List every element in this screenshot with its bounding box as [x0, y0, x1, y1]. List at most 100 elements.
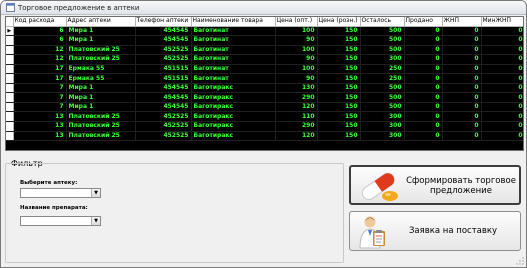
table-cell[interactable]: 0 [442, 35, 482, 46]
column-header[interactable]: ЖНП [442, 17, 482, 27]
table-cell[interactable]: 150 [317, 131, 361, 142]
table-cell[interactable]: 150 [317, 26, 361, 37]
table-cell[interactable]: 300 [360, 131, 405, 142]
table-cell[interactable]: 0 [442, 26, 482, 37]
table-row[interactable]: 12 Платовский 25 452525 Баготинат 90 150 300 0 0… [6, 54, 523, 65]
table-cell[interactable]: Ермака 55 [66, 73, 136, 84]
row-indicator[interactable] [6, 92, 14, 103]
table-cell[interactable]: 500 [360, 26, 405, 37]
table-cell[interactable]: 454545 [135, 26, 192, 37]
table-cell[interactable]: 0 [442, 64, 482, 75]
table-cell[interactable]: 0 [481, 64, 523, 75]
column-header[interactable]: МинЖНП [481, 17, 523, 27]
table-cell[interactable]: 0 [442, 111, 482, 122]
table-cell[interactable]: Мира 1 [66, 35, 136, 46]
row-indicator[interactable]: ▶ [6, 26, 14, 37]
row-indicator[interactable] [6, 121, 14, 132]
table-cell[interactable]: Баготинат [191, 45, 276, 56]
table-cell[interactable]: 0 [404, 64, 443, 75]
table-cell[interactable]: Баготинат [191, 54, 276, 65]
table-cell[interactable]: 0 [481, 26, 523, 37]
table-cell[interactable]: Ермака 55 [66, 64, 136, 75]
table-cell[interactable]: 454545 [135, 102, 192, 113]
table-cell[interactable]: Платовский 25 [66, 131, 136, 142]
table-cell[interactable]: 0 [481, 102, 523, 113]
table-cell[interactable]: 0 [404, 26, 443, 37]
table-cell[interactable]: 150 [317, 121, 361, 132]
table-row[interactable]: ▶ 6 Мира 1 454545 Баготинат 100 150 500 0 0 0 [6, 26, 523, 37]
column-header[interactable]: Цена (опт.) [275, 17, 318, 27]
pharmacy-select[interactable]: ▼ [20, 188, 101, 198]
table-cell[interactable]: 0 [442, 83, 482, 94]
table-cell[interactable]: 452525 [135, 121, 192, 132]
table-cell[interactable]: 0 [404, 92, 443, 103]
table-cell[interactable]: 100 [275, 26, 318, 37]
table-cell[interactable]: 6 [13, 35, 67, 46]
table-cell[interactable]: 150 [317, 83, 361, 94]
table-cell[interactable]: 150 [317, 54, 361, 65]
table-cell[interactable]: 150 [317, 73, 361, 84]
table-cell[interactable]: 250 [360, 64, 405, 75]
table-cell[interactable]: 300 [360, 54, 405, 65]
table-cell[interactable]: Баготиракс [191, 121, 276, 132]
table-cell[interactable]: 290 [275, 121, 318, 132]
chevron-down-icon[interactable]: ▼ [91, 217, 100, 225]
table-cell[interactable]: 0 [481, 35, 523, 46]
row-indicator[interactable] [6, 102, 14, 113]
table-cell[interactable]: 454545 [135, 83, 192, 94]
table-cell[interactable]: 90 [275, 35, 318, 46]
table-cell[interactable]: 0 [481, 111, 523, 122]
table-cell[interactable]: 500 [360, 92, 405, 103]
table-cell[interactable]: 150 [317, 45, 361, 56]
table-cell[interactable]: 120 [275, 102, 318, 113]
table-cell[interactable]: 90 [275, 73, 318, 84]
table-cell[interactable]: 150 [317, 64, 361, 75]
table-row[interactable]: 6 Мира 1 454545 Баготинат 90 150 500 0 0 0 [6, 35, 523, 46]
table-cell[interactable]: 452525 [135, 45, 192, 56]
table-cell[interactable]: Баготинат [191, 64, 276, 75]
table-row[interactable]: 17 Ермака 55 451515 Баготинат 100 150 250 0 0 0 [6, 64, 523, 75]
table-cell[interactable]: 500 [360, 102, 405, 113]
column-header[interactable]: Наименование товара [191, 17, 276, 27]
table-cell[interactable]: Мира 1 [66, 26, 136, 37]
table-cell[interactable]: 0 [442, 54, 482, 65]
table-cell[interactable]: Платовский 25 [66, 121, 136, 132]
resize-grip-icon[interactable] [516, 257, 524, 265]
table-cell[interactable]: 100 [275, 45, 318, 56]
make-offer-button[interactable]: Сформировать торговое предложение [349, 165, 521, 205]
table-cell[interactable]: 7 [13, 83, 67, 94]
table-cell[interactable]: Платовский 25 [66, 54, 136, 65]
table-cell[interactable]: 452525 [135, 54, 192, 65]
table-cell[interactable]: 0 [481, 54, 523, 65]
table-cell[interactable]: Баготинат [191, 35, 276, 46]
table-cell[interactable]: 12 [13, 54, 67, 65]
table-cell[interactable]: 110 [275, 111, 318, 122]
column-header[interactable]: Адрес аптеки [66, 17, 136, 27]
row-indicator[interactable] [6, 64, 14, 75]
table-cell[interactable]: 0 [442, 73, 482, 84]
table-cell[interactable]: 130 [275, 83, 318, 94]
table-cell[interactable]: 150 [317, 111, 361, 122]
table-cell[interactable]: 100 [275, 64, 318, 75]
table-cell[interactable]: 0 [442, 131, 482, 142]
table-row[interactable]: 13 Платовский 25 452525 Баготиракс 110 150 300… [6, 111, 523, 122]
table-cell[interactable]: 0 [442, 102, 482, 113]
table-cell[interactable]: 150 [317, 102, 361, 113]
table-cell[interactable]: 0 [404, 121, 443, 132]
table-cell[interactable]: 0 [442, 92, 482, 103]
table-cell[interactable]: 0 [404, 54, 443, 65]
table-row[interactable]: 7 Мира 1 454545 Баготиракс 290 150 500 0 0 0 [6, 92, 523, 103]
table-row[interactable]: 13 Платовский 25 452525 Баготиракс 120 150 300… [6, 131, 523, 142]
table-cell[interactable]: Баготинат [191, 26, 276, 37]
table-cell[interactable]: Баготинат [191, 73, 276, 84]
table-cell[interactable]: 120 [275, 131, 318, 142]
row-indicator[interactable] [6, 83, 14, 94]
table-cell[interactable]: 454545 [135, 92, 192, 103]
table-cell[interactable]: 0 [404, 73, 443, 84]
data-grid[interactable]: Код расхода Адрес аптеки Телефон аптеки … [5, 16, 524, 151]
table-cell[interactable]: Платовский 25 [66, 45, 136, 56]
table-cell[interactable]: 150 [317, 92, 361, 103]
table-cell[interactable]: Мира 1 [66, 83, 136, 94]
table-cell[interactable]: 0 [481, 45, 523, 56]
table-cell[interactable]: 250 [360, 73, 405, 84]
